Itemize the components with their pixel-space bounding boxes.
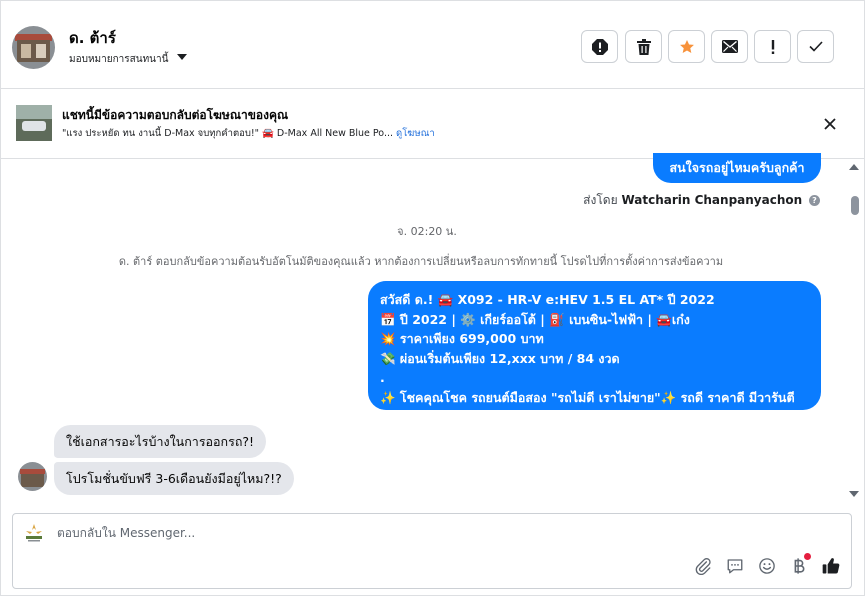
scrollbar-thumb[interactable] xyxy=(851,196,859,215)
message-line: . xyxy=(380,370,385,386)
sent-by-label: ส่งโดย Watcharin Chanpanyachon ? xyxy=(583,191,820,210)
mark-done-button[interactable] xyxy=(797,30,834,63)
chevron-down-icon[interactable] xyxy=(177,54,187,60)
message-line: 💥 ราคาเพียง 699,000 บาท xyxy=(380,331,544,347)
delete-button[interactable] xyxy=(625,30,662,63)
message-line: 💸 ผ่อนเริ่มต้นเพียง 12,xxx บาท / 84 งวด xyxy=(380,350,620,366)
ad-thumbnail[interactable] xyxy=(16,105,52,141)
ad-reply-banner: แชทนี้มีข้อความตอบกลับต่อโฆษณาของคุณ "แร… xyxy=(1,90,864,159)
ad-banner-title: แชทนี้มีข้อความตอบกลับต่อโฆษณาของคุณ xyxy=(62,108,289,122)
info-icon[interactable]: ? xyxy=(809,195,820,206)
like-button[interactable] xyxy=(820,555,842,577)
assign-conversation-label[interactable]: มอบหมายการสนทนานี้ xyxy=(69,52,168,67)
close-banner-button[interactable] xyxy=(820,114,840,134)
mark-done-icon xyxy=(808,41,823,52)
sender-name: Watcharin Chanpanyachon xyxy=(621,193,803,207)
close-icon xyxy=(824,118,836,130)
mark-spam-button[interactable] xyxy=(581,30,618,63)
inbox-conversation-panel: ด. ต้าร์ มอบหมายการสนทนานี้ แชทนี้มีข้อค… xyxy=(0,0,865,596)
saved-replies-icon xyxy=(727,559,743,574)
view-ad-link[interactable]: ดูโฆษณา xyxy=(396,128,435,139)
trash-icon xyxy=(636,38,651,55)
mark-unread-icon xyxy=(721,40,738,53)
conversation-header: ด. ต้าร์ มอบหมายการสนทนานี้ xyxy=(1,1,864,89)
reply-composer xyxy=(12,513,852,589)
outgoing-message[interactable]: สวัสดี ด.! 🚘 X092 - HR-V e:HEV 1.5 EL AT… xyxy=(368,281,821,410)
scroll-down-arrow[interactable] xyxy=(849,491,859,497)
page-logo-icon xyxy=(26,524,42,542)
star-icon xyxy=(679,39,694,53)
system-notice: ด. ต้าร์ ตอบกลับข้อความต้อนรับอัตโนมัติข… xyxy=(118,255,724,268)
saved-replies-button[interactable] xyxy=(724,555,746,577)
mark-spam-icon xyxy=(591,38,608,55)
ad-caption: "แรง ประหยัด ทน งานนี้ D-Max จบทุกคำตอบ!… xyxy=(62,128,393,139)
attach-button[interactable] xyxy=(692,555,714,577)
follow-up-button[interactable] xyxy=(754,30,791,63)
incoming-message[interactable]: โปรโมชั่นขับฟรี 3-6เดือนยังมีอยู่ไหม?!? xyxy=(54,462,294,495)
reply-input[interactable] xyxy=(57,526,657,540)
star-button[interactable] xyxy=(668,30,705,63)
contact-avatar-small[interactable] xyxy=(18,462,47,491)
message-timestamp: จ. 02:20 น. xyxy=(397,225,457,238)
notification-dot xyxy=(804,553,811,560)
message-line: 📅 ปี 2022 | ⚙️ เกียร์ออโต้ | ⛽ เบนซิน-ไฟ… xyxy=(380,311,690,327)
message-line: ✨ โชคคุณโชค รถยนต์มือสอง "รถไม่ดี เราไม่… xyxy=(380,389,795,405)
ad-banner-subtitle: "แรง ประหยัด ทน งานนี้ D-Max จบทุกคำตอบ!… xyxy=(62,126,435,141)
contact-avatar[interactable] xyxy=(12,26,55,69)
message-line: สวัสดี ด.! 🚘 X092 - HR-V e:HEV 1.5 EL AT… xyxy=(380,292,715,307)
like-icon xyxy=(822,558,840,574)
sent-by-prefix: ส่งโดย xyxy=(583,193,618,207)
emoji-button[interactable] xyxy=(756,555,778,577)
payment-baht-icon xyxy=(794,558,805,574)
scroll-up-arrow[interactable] xyxy=(849,164,859,170)
attachment-icon xyxy=(695,558,711,575)
follow-up-icon xyxy=(771,39,774,54)
incoming-message[interactable]: ใช้เอกสารอะไรบ้างในการออกรถ?! xyxy=(54,425,267,458)
mark-unread-button[interactable] xyxy=(711,30,748,63)
emoji-icon xyxy=(759,558,775,574)
outgoing-message[interactable]: สนใจรถอยู่ไหมครับลูกค้า xyxy=(653,153,821,183)
contact-name[interactable]: ด. ต้าร์ xyxy=(69,26,116,50)
